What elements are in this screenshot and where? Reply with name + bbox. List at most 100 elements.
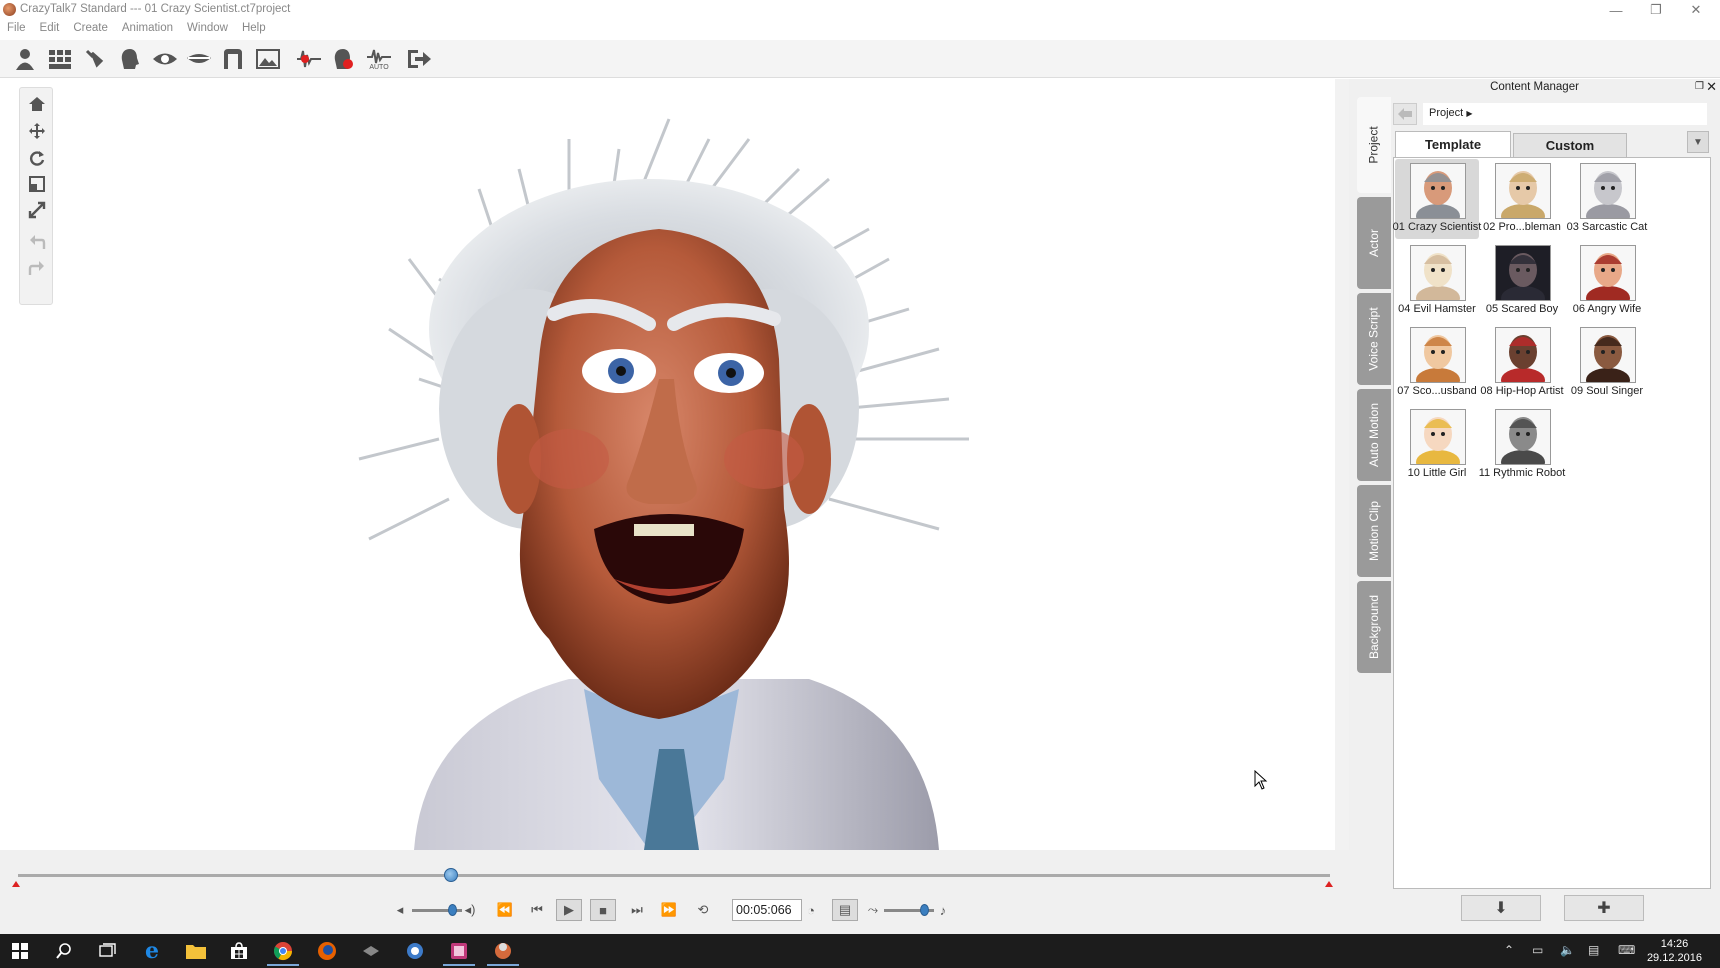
tab-motion-clip[interactable]: Motion Clip (1357, 485, 1391, 577)
template-item[interactable]: 05 Scared Boy (1480, 241, 1564, 321)
menu-create[interactable]: Create (66, 20, 115, 40)
time-field[interactable]: 00:05:066 (732, 899, 802, 921)
grid-icon[interactable] (45, 44, 75, 74)
hand-wand-icon[interactable] (80, 44, 110, 74)
float-panel-icon[interactable]: ❐ (1695, 81, 1704, 92)
rotate-icon[interactable] (26, 147, 48, 169)
template-item[interactable]: 10 Little Girl (1395, 405, 1479, 485)
template-item[interactable]: 08 Hip-Hop Artist (1480, 323, 1564, 403)
timeline-playhead[interactable] (443, 868, 458, 882)
tab-background[interactable]: Background (1357, 581, 1391, 673)
task-view-icon[interactable] (87, 936, 127, 966)
side-tab-strip: Project Actor Voice Script Auto Motion M… (1357, 97, 1391, 777)
mouth-icon[interactable] (184, 44, 214, 74)
menu-file[interactable]: File (0, 20, 33, 40)
viewport-splitter[interactable] (1335, 79, 1349, 850)
template-item[interactable]: 01 Crazy Scientist (1393, 159, 1481, 239)
chrome-icon[interactable] (263, 936, 303, 966)
menu-help[interactable]: Help (235, 20, 273, 40)
next-frame-icon[interactable]: ⏭ (624, 899, 650, 921)
tab-auto-motion[interactable]: Auto Motion (1357, 389, 1391, 481)
template-item[interactable]: 07 Sco...usband (1395, 323, 1479, 403)
download-button[interactable]: ⬇ (1461, 895, 1541, 921)
timeline-track[interactable] (18, 874, 1330, 877)
template-item[interactable]: 04 Evil Hamster (1395, 241, 1479, 321)
back-button[interactable] (1393, 103, 1417, 125)
loop-icon[interactable]: ⟲ (690, 899, 716, 921)
close-button[interactable]: ✕ (1676, 0, 1716, 20)
menu-edit[interactable]: Edit (33, 20, 67, 40)
stage-viewport[interactable] (9, 79, 1335, 850)
end-marker-icon[interactable] (1325, 881, 1333, 887)
chevron-down-icon[interactable]: ▼ (1687, 131, 1709, 153)
play-button[interactable]: ▶ (556, 899, 582, 921)
undo-icon[interactable] (26, 231, 48, 253)
template-item[interactable]: 11 Rythmic Robot (1479, 405, 1565, 485)
add-button[interactable]: ✚ (1564, 895, 1644, 921)
actor-icon[interactable] (10, 44, 40, 74)
template-thumbnail (1410, 409, 1466, 465)
window-title: CrazyTalk7 Standard --- 01 Crazy Scienti… (20, 3, 291, 15)
crazytalk-app-icon[interactable] (483, 936, 523, 966)
menu-animation[interactable]: Animation (115, 20, 180, 40)
keyboard-icon[interactable]: ⌨ (1618, 943, 1635, 957)
tab-voice-script[interactable]: Voice Script (1357, 293, 1391, 385)
auto-label: AUTO (369, 63, 389, 71)
auto-wave-icon[interactable]: AUTO (364, 44, 394, 74)
messenger-icon[interactable] (395, 936, 435, 966)
record-icon[interactable] (329, 44, 359, 74)
head-icon[interactable] (115, 44, 145, 74)
template-item[interactable]: 06 Angry Wife (1565, 241, 1649, 321)
image-icon[interactable] (253, 44, 283, 74)
minimize-button[interactable]: — (1596, 0, 1636, 20)
music-note-icon: ♪ (939, 902, 947, 918)
close-panel-icon[interactable]: ✕ (1706, 79, 1717, 95)
tab-project[interactable]: Project (1357, 97, 1391, 193)
start-icon[interactable] (0, 936, 40, 966)
menu-window[interactable]: Window (180, 20, 235, 40)
start-marker-icon[interactable] (12, 881, 20, 887)
firefox-icon[interactable] (307, 936, 347, 966)
breadcrumb: Project ▶ (1423, 103, 1707, 125)
tab-actor[interactable]: Actor (1357, 197, 1391, 289)
stop-button[interactable]: ■ (590, 899, 616, 921)
rewind-icon[interactable]: ⏪ (492, 899, 518, 921)
redo-icon[interactable] (26, 257, 48, 279)
volume-high-icon: ◂) (464, 902, 476, 917)
tab-custom[interactable]: Custom (1513, 133, 1627, 157)
network-icon[interactable]: ▭ (1532, 943, 1543, 957)
template-item[interactable]: 09 Soul Singer (1565, 323, 1649, 403)
notification-icon[interactable]: ▤ (1588, 943, 1599, 957)
slow-speed-icon: ⤳ (867, 902, 879, 917)
speed-knob[interactable] (920, 904, 929, 916)
system-clock[interactable]: 14:26 29.12.2016 (1647, 937, 1702, 965)
content-manager-title: Content Manager (1490, 81, 1579, 93)
fit-icon[interactable] (26, 199, 48, 221)
store-icon[interactable] (219, 936, 259, 966)
edge-browser-icon[interactable]: e (132, 936, 172, 966)
template-item[interactable]: 03 Sarcastic Cat (1565, 159, 1649, 239)
template-item-label: 06 Angry Wife (1572, 303, 1642, 315)
eye-icon[interactable] (150, 44, 180, 74)
crazytalk-animator-icon[interactable] (439, 936, 479, 966)
search-icon[interactable] (44, 936, 84, 966)
volume-knob[interactable] (448, 904, 457, 916)
tray-chevron-icon[interactable]: ⌃ (1504, 943, 1514, 957)
tab-template[interactable]: Template (1395, 131, 1511, 157)
fast-forward-icon[interactable]: ⏩ (656, 899, 682, 921)
restore-button[interactable]: ❐ (1636, 0, 1676, 20)
scale-icon[interactable] (26, 173, 48, 195)
move-icon[interactable] (26, 120, 48, 142)
game-app-icon[interactable] (351, 936, 391, 966)
face-outline-icon[interactable] (218, 44, 248, 74)
previous-frame-icon[interactable]: ⏮ (524, 899, 550, 921)
time-spin-icon[interactable]: ◔ (801, 899, 821, 921)
export-icon[interactable] (404, 44, 434, 74)
breadcrumb-project[interactable]: Project (1429, 107, 1463, 119)
file-explorer-icon[interactable] (176, 936, 216, 966)
volume-icon[interactable]: 🔈 (1560, 943, 1575, 957)
home-icon[interactable] (26, 93, 48, 115)
audio-wave-icon[interactable] (294, 44, 324, 74)
timeline-toggle-button[interactable]: ▤ (832, 899, 858, 921)
template-item[interactable]: 02 Pro...bleman (1480, 159, 1564, 239)
